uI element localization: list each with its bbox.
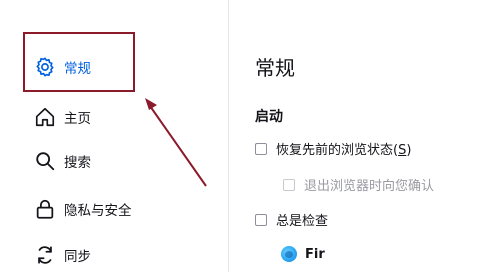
sidebar-item-search[interactable]: 搜索 xyxy=(34,146,91,176)
sidebar-item-label: 搜索 xyxy=(64,155,91,171)
sidebar-item-label: 同步 xyxy=(64,249,91,265)
firefox-logo-icon xyxy=(281,246,297,262)
always-check-default-option[interactable]: 总是检查 xyxy=(255,210,328,229)
startup-heading: 启动 xyxy=(255,109,283,125)
default-browser-name: Fir xyxy=(305,246,325,262)
home-icon xyxy=(34,106,56,128)
default-browser-row: Fir xyxy=(281,246,325,262)
sidebar-item-label: 隐私与安全 xyxy=(64,203,132,219)
restore-session-label: 恢复先前的浏览状态(S) xyxy=(276,143,412,158)
restore-session-option[interactable]: 恢复先前的浏览状态(S) xyxy=(255,139,411,158)
search-icon xyxy=(34,150,56,172)
sync-icon xyxy=(34,244,56,266)
always-check-default-checkbox[interactable] xyxy=(255,213,267,226)
sidebar: 常规 主页 搜索 隐私与安全 同步 xyxy=(0,0,228,272)
sidebar-item-sync[interactable]: 同步 xyxy=(34,240,91,270)
always-check-default-label: 总是检查 xyxy=(276,214,329,229)
sidebar-item-label: 主页 xyxy=(64,111,91,127)
warn-on-quit-checkbox xyxy=(283,178,295,191)
sidebar-item-privacy[interactable]: 隐私与安全 xyxy=(34,194,132,224)
sidebar-item-home[interactable]: 主页 xyxy=(34,102,91,132)
warn-on-quit-option: 退出浏览器时向您确认 xyxy=(283,175,434,194)
main-content: 常规 启动 恢复先前的浏览状态(S) 退出浏览器时向您确认 总是检查 Fir xyxy=(229,0,500,272)
annotation-highlight-box xyxy=(23,32,135,92)
lock-icon xyxy=(34,198,56,220)
page-title: 常规 xyxy=(255,56,295,80)
restore-session-checkbox[interactable] xyxy=(255,142,267,155)
warn-on-quit-label: 退出浏览器时向您确认 xyxy=(304,179,435,194)
